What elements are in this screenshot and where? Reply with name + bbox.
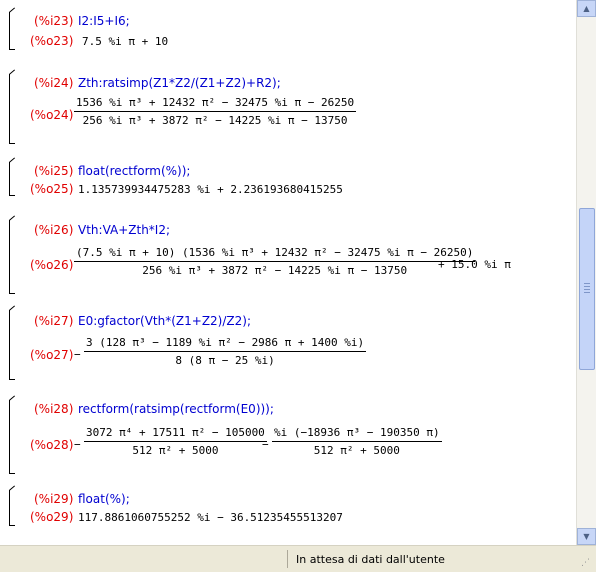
fraction-denominator: 512 π² + 5000 [132, 444, 219, 457]
input-label: (%i23) [34, 14, 74, 28]
scroll-up-arrow-icon[interactable]: ▲ [577, 0, 596, 17]
cell-bracket[interactable] [9, 215, 19, 294]
document-area[interactable]: (%i23) I2:I5+I6; (%o23) 7.5 %i π + 10 (%… [0, 0, 576, 545]
status-separator [287, 550, 288, 568]
resize-grip-icon[interactable]: ⋰ [581, 557, 593, 569]
input-text[interactable]: Vth:VA+Zth*I2; [78, 223, 170, 237]
fraction-denominator: 256 %i π³ + 3872 π² − 14225 %i π − 13750 [82, 114, 348, 127]
output-text: 117.8861060755252 %i − 36.51235455513207 [78, 511, 343, 524]
input-label: (%i27) [34, 314, 74, 328]
input-text[interactable]: rectform(ratsimp(rectform(E0))); [78, 402, 274, 416]
input-label: (%i29) [34, 492, 74, 506]
input-text[interactable]: float(%); [78, 492, 130, 506]
input-text[interactable]: I2:I5+I6; [78, 14, 130, 28]
fraction-denominator: 512 π² + 5000 [313, 444, 400, 457]
scrollbar-thumb[interactable] [579, 208, 595, 370]
cell-bracket[interactable] [9, 485, 19, 526]
minus-sign: − [262, 438, 269, 451]
input-text[interactable]: float(rectform(%)); [78, 164, 190, 178]
fraction-denominator: 8 (8 π − 25 %i) [175, 354, 275, 367]
output-label: (%o26) [30, 258, 74, 272]
output-label: (%o25) [30, 182, 74, 196]
input-label: (%i24) [34, 76, 74, 90]
output-fraction: 3 (128 π³ − 1189 %i π² − 2986 π + 1400 %… [84, 336, 367, 367]
output-text: 1.135739934475283 %i + 2.236193680415255 [78, 183, 343, 196]
output-label: (%o27) [30, 348, 74, 362]
cell-24: (%i24) Zth:ratsimp(Z1*Z2/(Z1+Z2)+R2); (%… [0, 69, 576, 146]
output-fraction: (7.5 %i π + 10) (1536 %i π³ + 12432 π² −… [74, 246, 476, 277]
fraction-numerator: (7.5 %i π + 10) (1536 %i π³ + 12432 π² −… [76, 246, 474, 259]
fraction-numerator: 3072 π⁴ + 17511 π² − 105000 [86, 426, 265, 439]
cell-bracket[interactable] [9, 7, 19, 50]
input-label: (%i26) [34, 223, 74, 237]
output-tail: + 15.0 %i π [438, 258, 511, 271]
output-label: (%o28) [30, 438, 74, 452]
output-label: (%o23) [30, 34, 74, 48]
scroll-down-arrow-icon[interactable]: ▼ [577, 528, 596, 545]
cell-28: (%i28) rectform(ratsimp(rectform(E0))); … [0, 395, 576, 476]
input-label: (%i25) [34, 164, 74, 178]
cell-29: (%i29) float(%); (%o29) 117.886106075525… [0, 485, 576, 528]
vertical-scrollbar[interactable]: ▲ ▼ [576, 0, 596, 545]
output-text: 7.5 %i π + 10 [82, 35, 169, 48]
cell-bracket[interactable] [9, 157, 19, 196]
fraction-numerator: 3 (128 π³ − 1189 %i π² − 2986 π + 1400 %… [86, 336, 365, 349]
status-text: In attesa di dati dall'utente [296, 553, 445, 566]
output-fraction: 3072 π⁴ + 17511 π² − 105000 512 π² + 500… [84, 426, 267, 457]
cell-27: (%i27) E0:gfactor(Vth*(Z1+Z2)/Z2); (%o27… [0, 305, 576, 382]
fraction-numerator: %i (−18936 π³ − 190350 π) [274, 426, 440, 439]
fraction-numerator: 1536 %i π³ + 12432 π² − 32475 %i π − 262… [76, 96, 355, 109]
minus-sign: − [74, 438, 81, 451]
cell-bracket[interactable] [9, 395, 19, 474]
cell-bracket[interactable] [9, 69, 19, 144]
minus-sign: − [74, 348, 81, 361]
output-label: (%o24) [30, 108, 74, 122]
output-label: (%o29) [30, 510, 74, 524]
input-text[interactable]: Zth:ratsimp(Z1*Z2/(Z1+Z2)+R2); [78, 76, 281, 90]
cell-26: (%i26) Vth:VA+Zth*I2; (%o26) (7.5 %i π +… [0, 215, 576, 296]
output-fraction: 1536 %i π³ + 12432 π² − 32475 %i π − 262… [74, 96, 357, 127]
output-fraction-2: %i (−18936 π³ − 190350 π) 512 π² + 5000 [272, 426, 442, 457]
input-text[interactable]: E0:gfactor(Vth*(Z1+Z2)/Z2); [78, 314, 251, 328]
status-bar: In attesa di dati dall'utente ⋰ [0, 545, 596, 572]
cell-25: (%i25) float(rectform(%)); (%o25) 1.1357… [0, 157, 576, 198]
input-label: (%i28) [34, 402, 74, 416]
fraction-denominator: 256 %i π³ + 3872 π² − 14225 %i π − 13750 [142, 264, 408, 277]
cell-23: (%i23) I2:I5+I6; (%o23) 7.5 %i π + 10 [0, 7, 576, 54]
cell-bracket[interactable] [9, 305, 19, 380]
